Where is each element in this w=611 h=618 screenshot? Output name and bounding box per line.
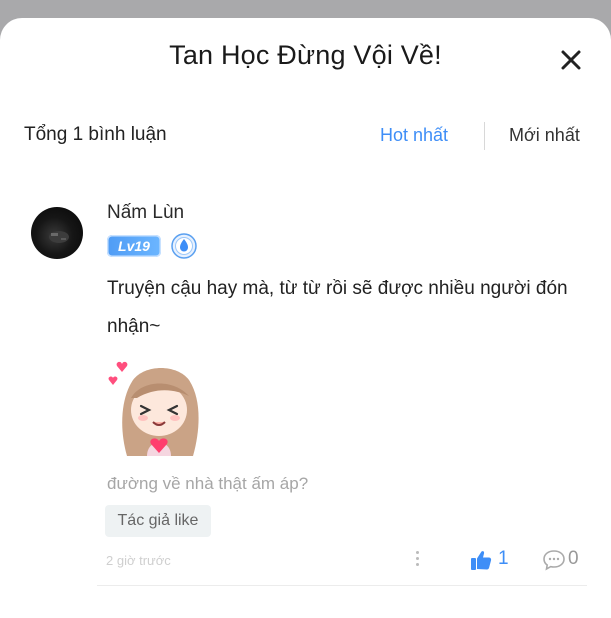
avatar-image (49, 231, 69, 243)
close-button[interactable] (556, 45, 586, 75)
comment-timestamp: 2 giờ trước (106, 553, 171, 568)
comment-username[interactable]: Nấm Lùn (107, 202, 184, 224)
more-options-button[interactable] (412, 548, 422, 572)
comment-bubble-icon (543, 550, 565, 571)
comment-divider (97, 585, 587, 586)
water-drop-badge-icon (171, 233, 197, 259)
like-count: 1 (498, 548, 509, 569)
avatar[interactable] (31, 207, 83, 259)
comment-text: Truyện cậu hay mà, từ từ rồi sẽ được nhi… (107, 278, 568, 337)
thumbs-up-icon (471, 551, 492, 570)
anime-girl-heart-sticker (107, 358, 205, 456)
tab-divider (484, 122, 485, 150)
dialog-header: Tan Học Đừng Vội Về! (0, 18, 611, 98)
reply-count: 0 (568, 548, 579, 569)
dialog-title: Tan Học Đừng Vội Về! (169, 40, 442, 70)
comments-sheet: Tan Học Đừng Vội Về! Tổng 1 bình luận Ho… (0, 18, 611, 618)
sticker-caption: đường về nhà thật ấm áp? (107, 474, 309, 493)
comment-item: Nấm Lùn Lv19 Truyện cậu hay mà, từ từ rồ… (0, 198, 611, 598)
comment-total: Tổng 1 bình luận (24, 124, 167, 145)
comments-toolbar: Tổng 1 bình luận Hot nhất Mới nhất (0, 118, 611, 158)
more-vertical-icon (415, 551, 419, 554)
author-like-tag: Tác giả like (105, 505, 211, 537)
tab-newest[interactable]: Mới nhất (509, 125, 580, 146)
level-badge: Lv19 (107, 235, 161, 257)
tab-hot[interactable]: Hot nhất (380, 125, 448, 146)
close-icon (561, 50, 581, 70)
